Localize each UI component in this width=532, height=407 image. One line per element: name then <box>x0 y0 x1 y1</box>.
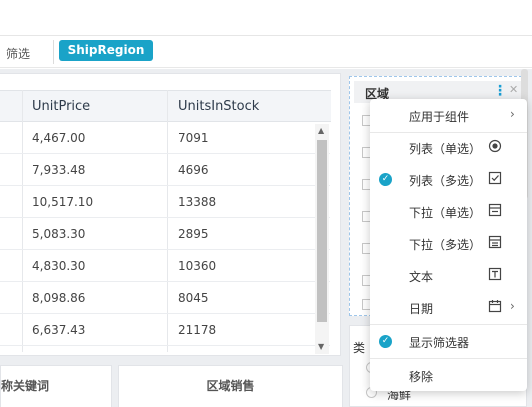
table-row[interactable]: 4,467.00 7091 <box>0 122 330 154</box>
cell-unitprice: 4,830.30 <box>32 259 86 273</box>
close-icon[interactable]: ✕ <box>509 83 518 96</box>
chevron-right-icon: › <box>510 299 515 313</box>
cell-unitsinstock: 4696 <box>178 163 209 177</box>
menu-item-label: 下拉（单选） <box>409 206 482 220</box>
cell-unitsinstock: 8045 <box>178 291 209 305</box>
column-label: UnitsInStock <box>178 99 260 114</box>
data-table-card: UnitPrice UnitsInStock 4,467.00 7091 7,9… <box>0 73 341 356</box>
top-toolbar <box>0 0 532 36</box>
menu-item-label: 应用于组件 <box>409 110 470 124</box>
table-row[interactable]: 6,637.43 21178 <box>0 314 330 346</box>
cell-unitprice: 10,517.10 <box>32 195 94 209</box>
cell-unitprice: 7,933.48 <box>32 163 86 177</box>
more-options-icon[interactable]: ⋮ <box>493 83 507 99</box>
card-title: 称关键词 <box>1 379 50 393</box>
cell-unitprice: 4,467.00 <box>32 131 86 145</box>
menu-item-label: 列表（多选） <box>409 174 482 188</box>
region-sales-card[interactable]: 区域销售 <box>118 365 343 407</box>
cell-unitsinstock: 13388 <box>178 195 217 209</box>
cell-unitprice: 6,637.43 <box>32 323 86 337</box>
table-row[interactable]: 5,083.30 2895 <box>0 218 330 250</box>
menu-item-date[interactable]: 日期 › <box>370 291 527 323</box>
table-header-unitsinstock[interactable]: UnitsInStock <box>168 90 331 122</box>
menu-item-label: 移除 <box>409 370 434 384</box>
scrollbar-thumb[interactable] <box>317 140 327 322</box>
check-icon: ✓ <box>379 173 392 186</box>
cell-unitsinstock: 10360 <box>178 259 217 273</box>
card-title: 区域销售 <box>206 379 255 393</box>
menu-item-remove[interactable]: 移除 <box>370 359 527 391</box>
scroll-down-arrow-icon[interactable]: ▼ <box>318 342 324 351</box>
filter-pill-shipregion[interactable]: ShipRegion <box>59 40 153 61</box>
menu-item-list-multi[interactable]: ✓ 列表（多选） <box>370 163 527 195</box>
filter-label: 筛选 <box>6 47 31 61</box>
menu-item-dropdown-single[interactable]: 下拉（单选） <box>370 195 527 227</box>
table-row[interactable]: 4,830.30 10360 <box>0 250 330 282</box>
table-vertical-scrollbar[interactable]: ▲ ▼ <box>315 124 329 354</box>
menu-item-list-single[interactable]: 列表（单选） <box>370 131 527 163</box>
table-row[interactable]: 10,517.10 13388 <box>0 186 330 218</box>
checkbox-icon <box>488 171 502 185</box>
text-icon <box>488 267 502 281</box>
filter-bar: 筛选 ShipRegion <box>0 36 532 68</box>
menu-item-label: 列表（单选） <box>409 142 482 156</box>
filter-divider <box>53 40 54 64</box>
table-row[interactable]: 8,098.86 8045 <box>0 282 330 314</box>
filter-context-menu: 应用于组件 › 列表（单选） ✓ 列表（多选） 下拉（单选） 下拉（多选） 文本… <box>370 99 527 391</box>
dropdown-single-icon <box>488 203 502 217</box>
menu-item-dropdown-multi[interactable]: 下拉（多选） <box>370 227 527 259</box>
cell-unitprice: 5,083.30 <box>32 227 86 241</box>
menu-item-apply-to-component[interactable]: 应用于组件 › <box>370 99 527 131</box>
panel-title: 类 <box>353 341 366 355</box>
radio-button-icon <box>488 139 502 153</box>
table-row[interactable]: 7,933.48 4696 <box>0 154 330 186</box>
menu-item-label: 下拉（多选） <box>409 238 482 252</box>
check-icon: ✓ <box>379 335 392 348</box>
menu-item-text[interactable]: 文本 <box>370 259 527 291</box>
calendar-icon <box>488 300 502 313</box>
cell-unitsinstock: 21178 <box>178 323 217 337</box>
cell-unitsinstock: 7091 <box>178 131 209 145</box>
cell-unitsinstock: 2895 <box>178 227 209 241</box>
menu-item-show-filter[interactable]: ✓ 显示筛选器 <box>370 325 527 357</box>
dropdown-multi-icon <box>488 235 502 249</box>
cell-unitprice: 8,098.86 <box>32 291 86 305</box>
table-header-unitprice[interactable]: UnitPrice <box>22 90 168 122</box>
menu-item-label: 显示筛选器 <box>409 336 470 350</box>
scroll-up-arrow-icon[interactable]: ▲ <box>318 126 324 135</box>
chevron-right-icon: › <box>510 107 515 121</box>
table-header-cell <box>0 90 22 122</box>
menu-item-label: 日期 <box>409 302 434 316</box>
keyword-card[interactable]: 称关键词 <box>0 365 112 407</box>
menu-item-label: 文本 <box>409 270 434 284</box>
column-label: UnitPrice <box>32 99 91 114</box>
